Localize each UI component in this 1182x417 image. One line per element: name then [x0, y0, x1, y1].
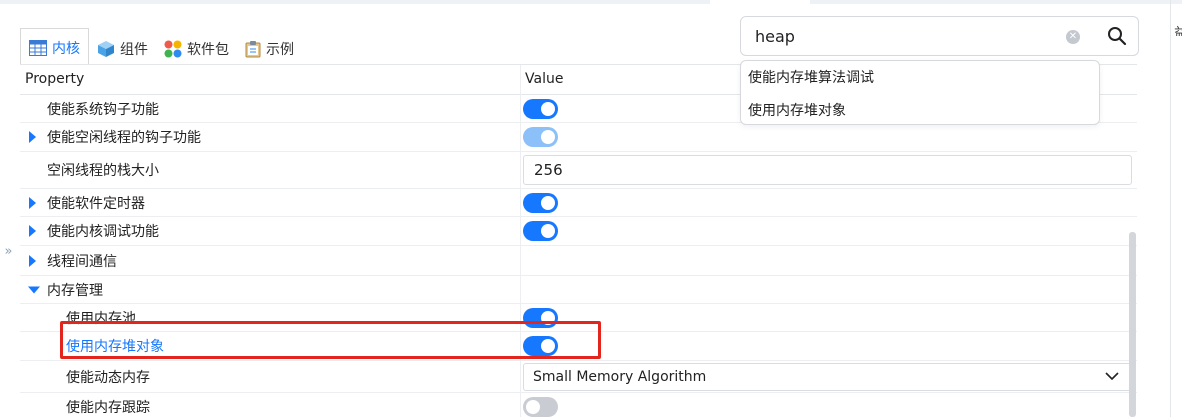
table-row: 使能空闲线程的钩子功能 — [20, 123, 1137, 152]
tab-examples-label: 示例 — [266, 42, 294, 58]
expand-arrow-icon[interactable] — [29, 254, 36, 267]
tab-kernel-label: 内核 — [52, 41, 80, 57]
apps-icon — [164, 40, 182, 58]
clear-search-icon[interactable]: ✕ — [1066, 30, 1080, 44]
tab-packages-label: 软件包 — [187, 42, 229, 58]
row-label: 空闲线程的栈大小 — [47, 163, 159, 179]
expand-arrow-icon[interactable] — [29, 225, 36, 237]
top-strip — [0, 0, 1182, 4]
search-icon[interactable] — [1107, 26, 1127, 46]
cube-icon — [98, 41, 114, 57]
memory-algorithm-select[interactable]: Small Memory Algorithm — [523, 363, 1132, 391]
row-label: 使能空闲线程的钩子功能 — [47, 130, 201, 146]
tab-components-label: 组件 — [120, 42, 148, 58]
toggle-switch[interactable] — [523, 127, 558, 147]
table-icon — [29, 40, 47, 56]
collapse-arrow-icon[interactable] — [28, 286, 40, 293]
toggle-switch[interactable] — [523, 221, 558, 241]
row-label: 使能系统钩子功能 — [47, 101, 159, 118]
vertical-scrollbar[interactable] — [1129, 232, 1136, 417]
expand-sidebar-icon[interactable]: » — [0, 238, 14, 266]
property-column-header: Property — [25, 71, 85, 87]
stack-size-input[interactable]: 256 — [523, 155, 1132, 185]
row-label: 使能软件定时器 — [47, 195, 145, 212]
suggestion-item[interactable]: 使用内存堆对象 — [748, 100, 846, 120]
table-row: 线程间通信 — [20, 246, 1137, 276]
clipboard-icon — [245, 41, 261, 58]
chevron-down-icon — [1105, 372, 1119, 381]
search-suggestions: 使能内存堆算法调试 使用内存堆对象 — [740, 60, 1100, 125]
toggle-switch[interactable] — [523, 98, 558, 119]
search-input[interactable]: heap — [755, 27, 795, 46]
right-divider — [1170, 0, 1171, 417]
table-row: 内存管理 — [20, 276, 1137, 304]
row-label: 使能动态内存 — [66, 369, 150, 386]
table-row: 使能内核调试功能 — [20, 217, 1137, 246]
row-label: 线程间通信 — [47, 253, 117, 270]
toggle-switch[interactable] — [523, 397, 558, 417]
search-box[interactable]: heap ✕ — [740, 16, 1139, 56]
highlight-box — [60, 321, 601, 359]
expand-arrow-icon[interactable] — [29, 196, 36, 209]
table-row: 使能软件定时器 — [20, 189, 1137, 217]
stack-size-value: 256 — [534, 161, 563, 179]
suggestion-item[interactable]: 使能内存堆算法调试 — [748, 67, 874, 87]
table-row: 使能内存跟踪 — [20, 393, 1137, 417]
toggle-switch[interactable] — [523, 192, 558, 213]
right-edge-text: 益 — [1174, 26, 1182, 36]
value-column-header: Value — [525, 71, 564, 87]
expand-arrow-icon[interactable] — [29, 131, 36, 143]
table-row: 空闲线程的栈大小 256 — [20, 152, 1137, 189]
select-value: Small Memory Algorithm — [533, 369, 707, 385]
row-label: 使能内核调试功能 — [47, 224, 159, 240]
config-window: 益 » 内核 组件 软件包 示例 heap ✕ Property Value 使… — [0, 0, 1182, 417]
row-label: 内存管理 — [47, 282, 103, 299]
row-label: 使能内存跟踪 — [66, 400, 150, 416]
table-row: 使能动态内存 Small Memory Algorithm — [20, 361, 1137, 393]
